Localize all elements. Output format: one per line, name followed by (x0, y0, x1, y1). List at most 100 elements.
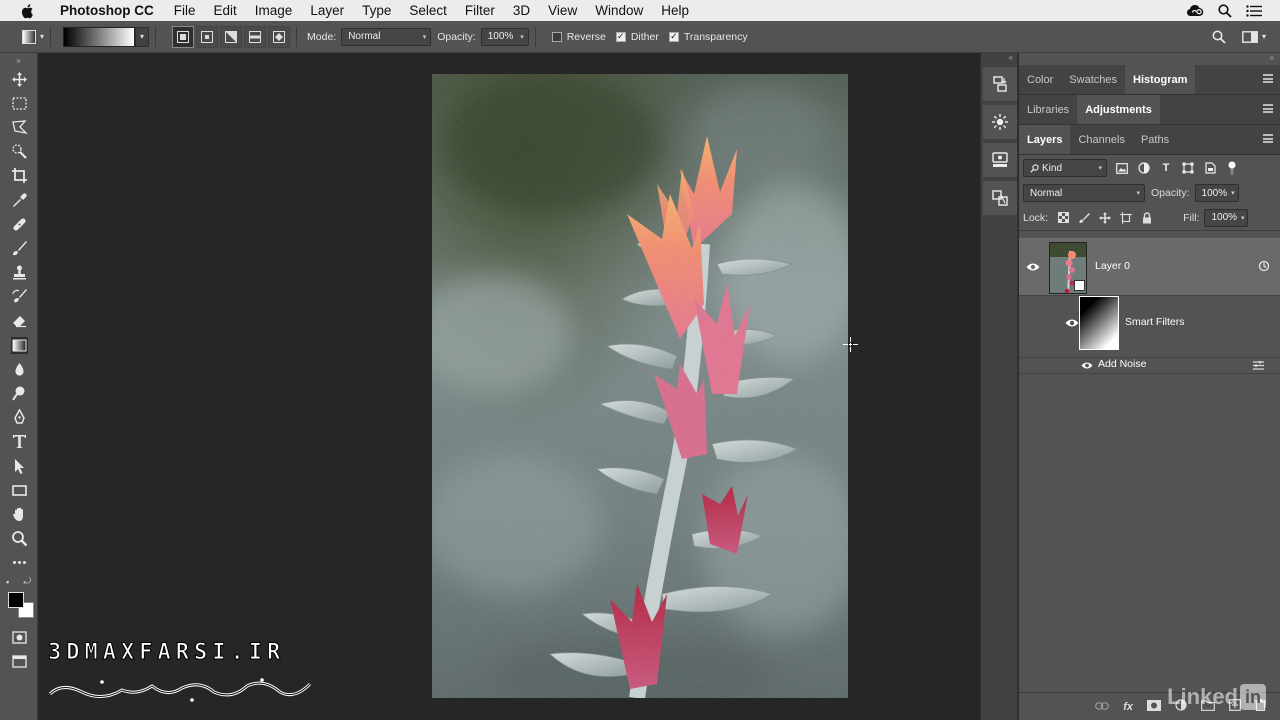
quick-selection-tool[interactable] (0, 140, 38, 164)
default-colors-icon[interactable]: ▪ (6, 577, 9, 587)
eraser-tool[interactable] (0, 309, 38, 333)
tool-preset-caret-icon[interactable]: ▾ (40, 32, 44, 41)
menu-window[interactable]: Window (586, 3, 652, 18)
apple-icon[interactable] (20, 3, 36, 19)
panel-menu-icon[interactable] (1263, 104, 1273, 113)
tab-channels[interactable]: Channels (1070, 125, 1132, 154)
blur-tool[interactable] (0, 357, 38, 381)
rectangle-tool[interactable] (0, 478, 38, 502)
menu-type[interactable]: Type (353, 3, 400, 18)
menu-layer[interactable]: Layer (301, 3, 353, 18)
menu-app-name[interactable]: Photoshop CC (51, 3, 163, 18)
path-selection-tool[interactable] (0, 454, 38, 478)
layer-kind-dropdown[interactable]: Kind ▾ (1023, 159, 1107, 177)
tab-layers[interactable]: Layers (1019, 125, 1071, 154)
reverse-checkbox[interactable]: Reverse (551, 31, 606, 43)
workspace-switcher[interactable]: ▾ (1242, 30, 1266, 43)
type-layer-filter-icon[interactable]: T (1159, 161, 1173, 175)
filter-toggle-icon[interactable] (1225, 161, 1239, 175)
type-tool[interactable] (0, 430, 38, 454)
menu-filter[interactable]: Filter (456, 3, 504, 18)
foreground-color-swatch[interactable] (8, 591, 24, 608)
collapse-arrows-icon[interactable]: « (981, 53, 1017, 65)
opacity-field[interactable]: 100% ▾ (480, 27, 529, 46)
document-canvas[interactable] (39, 53, 980, 720)
crop-tool[interactable] (0, 164, 38, 188)
smart-object-filter-icon[interactable] (1203, 161, 1217, 175)
panel-menu-icon[interactable] (1263, 134, 1273, 143)
mode-dropdown[interactable]: Normal ▾ (341, 27, 432, 46)
healing-brush-tool[interactable] (0, 212, 38, 236)
layer-row-layer-0[interactable]: Layer 0 (1019, 238, 1280, 296)
history-brush-tool[interactable] (0, 285, 38, 309)
shape-layer-filter-icon[interactable] (1181, 161, 1195, 175)
notification-center-icon[interactable] (1246, 4, 1262, 17)
menu-view[interactable]: View (539, 3, 586, 18)
link-layers-icon[interactable] (1095, 701, 1110, 713)
transparency-checkbox[interactable]: ✓ Transparency (668, 31, 748, 43)
visibility-eye-icon[interactable] (1026, 262, 1040, 272)
gradient-picker-caret-icon[interactable]: ▾ (135, 26, 150, 47)
quick-mask-button[interactable] (0, 625, 38, 649)
filter-blending-options-icon[interactable] (1253, 361, 1264, 370)
menu-select[interactable]: Select (400, 3, 456, 18)
smart-filters-row[interactable]: Smart Filters (1019, 296, 1280, 358)
menu-3d[interactable]: 3D (504, 3, 539, 18)
dodge-tool[interactable] (0, 381, 38, 405)
lock-all-icon[interactable] (1141, 211, 1153, 224)
history-panel-button[interactable] (983, 67, 1017, 101)
tab-histogram[interactable]: Histogram (1125, 65, 1196, 94)
gradient-tool[interactable] (0, 333, 38, 357)
linear-gradient-button[interactable] (172, 25, 195, 48)
layer-fill-field[interactable]: 100% ▾ (1204, 208, 1249, 227)
add-noise-filter-row[interactable]: Add Noise (1019, 358, 1280, 374)
reflected-gradient-button[interactable] (244, 25, 267, 48)
tab-color[interactable]: Color (1019, 65, 1061, 94)
move-tool[interactable] (0, 67, 38, 91)
tab-paths[interactable]: Paths (1133, 125, 1177, 154)
filter-mask-thumbnail[interactable] (1079, 296, 1119, 350)
brush-settings-panel-button[interactable] (983, 105, 1017, 139)
search-icon[interactable] (1212, 30, 1226, 44)
add-noise-label[interactable]: Add Noise (1098, 358, 1146, 370)
document-image[interactable] (432, 74, 848, 698)
reverse-checkbox-box[interactable] (551, 31, 562, 42)
diamond-gradient-button[interactable] (268, 25, 291, 48)
lock-artboard-icon[interactable] (1120, 211, 1133, 224)
spotlight-search-icon[interactable] (1218, 3, 1232, 18)
paragraph-panel-button[interactable] (983, 181, 1017, 215)
smart-filter-options-icon[interactable] (1258, 260, 1270, 272)
marquee-tool[interactable] (0, 91, 38, 115)
tool-preset-icon[interactable] (22, 29, 36, 44)
pixel-layer-filter-icon[interactable] (1115, 161, 1129, 175)
swap-colors-icon[interactable]: ⤾ (24, 576, 32, 587)
edit-toolbar-button[interactable] (0, 551, 38, 575)
menu-help[interactable]: Help (652, 3, 698, 18)
add-noise-visibility-eye-icon[interactable] (1081, 361, 1093, 370)
tab-libraries[interactable]: Libraries (1019, 95, 1077, 124)
pen-tool[interactable] (0, 406, 38, 430)
angle-gradient-button[interactable] (220, 25, 243, 48)
smart-filters-visibility-eye-icon[interactable] (1065, 318, 1079, 328)
dither-checkbox[interactable]: ✓ Dither (615, 31, 659, 43)
gradient-preview[interactable] (63, 26, 136, 47)
creative-cloud-icon[interactable] (1186, 4, 1204, 18)
clone-stamp-tool[interactable] (0, 261, 38, 285)
transparency-checkbox-box[interactable]: ✓ (668, 31, 679, 42)
lasso-tool[interactable] (0, 115, 38, 139)
eyedropper-tool[interactable] (0, 188, 38, 212)
lock-image-pixels-icon[interactable] (1078, 212, 1090, 224)
menu-edit[interactable]: Edit (205, 3, 246, 18)
zoom-tool[interactable] (0, 527, 38, 551)
lock-transparent-pixels-icon[interactable] (1057, 212, 1069, 224)
dither-checkbox-box[interactable]: ✓ (615, 31, 626, 42)
tab-adjustments[interactable]: Adjustments (1077, 95, 1160, 124)
collapse-arrows-icon[interactable]: » (1019, 53, 1280, 65)
menu-image[interactable]: Image (246, 3, 302, 18)
brush-tool[interactable] (0, 236, 38, 260)
add-mask-icon[interactable] (1147, 699, 1161, 714)
menu-file[interactable]: File (165, 3, 205, 18)
blend-mode-dropdown[interactable]: Normal ▾ (1023, 184, 1145, 202)
hand-tool[interactable] (0, 502, 38, 526)
panel-menu-icon[interactable] (1263, 74, 1273, 83)
